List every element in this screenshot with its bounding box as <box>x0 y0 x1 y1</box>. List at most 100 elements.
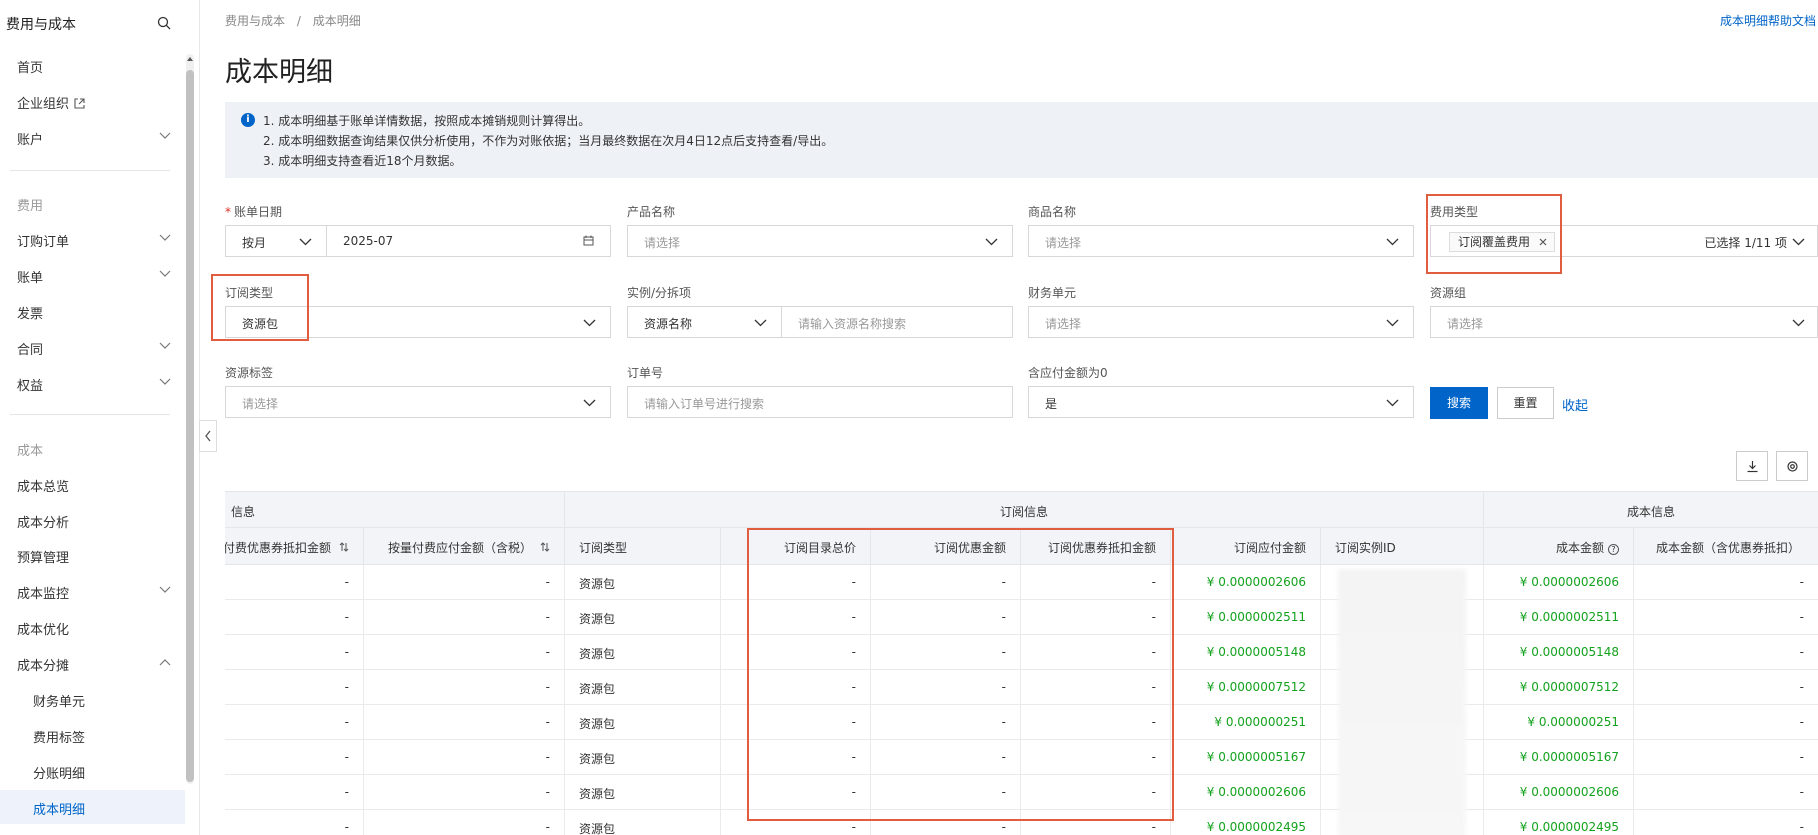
sidebar-item-fee-tag[interactable]: 费用标签 <box>0 718 185 752</box>
cell-value: - <box>1151 820 1156 834</box>
close-icon[interactable] <box>1538 237 1548 247</box>
sidebar-scrollbar-thumb[interactable] <box>186 70 194 782</box>
sort-icon[interactable] <box>540 542 550 552</box>
cell-value: 资源包 <box>579 647 616 661</box>
column-header-instance-id: 订阅实例ID <box>1321 528 1484 564</box>
collapse-filters-link[interactable]: 收起 <box>1562 395 1588 414</box>
sidebar-item-budget[interactable]: 预算管理 <box>0 538 185 572</box>
cell-value: ¥ 0.0000002511 <box>1206 610 1306 624</box>
instance-search-input[interactable]: 请输入资源名称搜索 <box>782 307 1012 337</box>
cell-value: - <box>1799 820 1804 834</box>
column-header-subscription-type: 订阅类型 <box>565 528 721 564</box>
fee-type-select[interactable]: 订阅覆盖费用 已选择 1/11 项 <box>1430 225 1818 257</box>
table-cell-c10: - <box>1634 810 1818 835</box>
table-cell-c3: 资源包 <box>565 635 721 669</box>
breadcrumb-parent[interactable]: 费用与成本 <box>225 14 285 28</box>
sort-icon[interactable] <box>339 542 349 552</box>
sidebar-collapse-button[interactable] <box>199 420 217 452</box>
zero-amount-select[interactable]: 是 <box>1028 386 1414 418</box>
table-cell-c10: - <box>1634 565 1818 599</box>
sidebar-item-org[interactable]: 企业组织 <box>0 84 185 118</box>
table-cell-c9: ¥ 0.0000005167 <box>1484 740 1634 774</box>
help-icon[interactable]: ? <box>1608 544 1619 555</box>
cell-value: ¥ 0.0000002606 <box>1206 575 1306 589</box>
sidebar-item-invoice[interactable]: 发票 <box>0 294 185 328</box>
table-cell-c2: - <box>364 705 565 739</box>
table-cell-c2: - <box>364 810 565 835</box>
table-cell-c10: - <box>1634 740 1818 774</box>
sidebar-item-cost-analysis[interactable]: 成本分析 <box>0 503 185 537</box>
sidebar-item-cost-overview[interactable]: 成本总览 <box>0 467 185 501</box>
resource-tag-select[interactable]: 请选择 <box>225 386 611 418</box>
sidebar-item-cost-detail[interactable]: 成本明细 <box>0 790 185 824</box>
column-header-cost-amount: 成本金额? <box>1484 528 1634 564</box>
table-cell-c3: 资源包 <box>565 775 721 809</box>
sidebar-item-finance-unit[interactable]: 财务单元 <box>0 682 185 716</box>
subscription-type-select[interactable]: 资源包 <box>225 306 611 338</box>
sidebar-item-cost-monitor[interactable]: 成本监控 <box>0 574 185 608</box>
table-settings-button[interactable] <box>1776 451 1808 481</box>
table-cell-c1: - <box>225 565 364 599</box>
sidebar-item-orders[interactable]: 订购订单 <box>0 222 185 256</box>
column-header-coupon[interactable]: 付费优惠券抵扣金额 <box>225 528 364 564</box>
resource-group-label: 资源组 <box>1430 286 1467 300</box>
cell-value: 资源包 <box>579 822 616 835</box>
resource-tag-label: 资源标签 <box>225 366 274 380</box>
table-cell-c5: - <box>871 810 1021 835</box>
product-name-select[interactable]: 请选择 <box>627 225 1013 257</box>
search-icon[interactable] <box>157 16 171 30</box>
bill-date-field: 按月 2025-07 <box>225 225 611 257</box>
scroll-up-icon[interactable] <box>186 55 194 63</box>
reset-button[interactable]: 重置 <box>1497 387 1554 419</box>
finance-unit-select[interactable]: 请选择 <box>1028 306 1414 338</box>
cell-value: - <box>344 820 349 834</box>
sidebar-item-account[interactable]: 账户 <box>0 120 185 154</box>
table-cell-c5: - <box>871 565 1021 599</box>
instance-field: 资源名称 请输入资源名称搜索 <box>627 306 1013 338</box>
cell-value: - <box>1001 820 1006 834</box>
sidebar-item-bill[interactable]: 账单 <box>0 258 185 292</box>
table-cell-c6: - <box>1021 740 1171 774</box>
sidebar: 费用与成本 首页 企业组织 账户 费用 订购订单 账单 发票 合同 权益 成本 … <box>0 0 200 835</box>
column-header-cost-with-coupon: 成本金额（含优惠券抵扣） <box>1656 541 1801 555</box>
chevron-up-icon <box>159 659 171 666</box>
table-cell-c4: - <box>721 740 871 774</box>
column-header-subscription-payable: 订阅应付金额 <box>1171 528 1321 564</box>
chevron-down-icon <box>159 234 171 241</box>
column-header-payg-payable[interactable]: 按量付费应付金额（含税） <box>364 528 565 564</box>
month-picker[interactable]: 2025-07 <box>327 226 610 256</box>
cell-value: - <box>545 575 550 589</box>
download-button[interactable] <box>1736 451 1768 481</box>
cell-value: ¥ 0.0000002495 <box>1519 820 1619 834</box>
sidebar-item-contract[interactable]: 合同 <box>0 330 185 364</box>
instance-field-select[interactable]: 资源名称 <box>628 307 781 337</box>
sidebar-item-cost-allocation[interactable]: 成本分摊 <box>0 646 185 680</box>
sidebar-item-cost-optimize[interactable]: 成本优化 <box>0 610 185 644</box>
sidebar-item-benefits[interactable]: 权益 <box>0 366 185 400</box>
table-cell-c4: - <box>721 810 871 835</box>
sidebar-item-label: 企业组织 <box>17 97 70 112</box>
collapse-arrow-icon <box>205 430 211 442</box>
sidebar-item-home[interactable]: 首页 <box>0 48 185 82</box>
cell-value: - <box>545 645 550 659</box>
table-row: - - 资源包 - - - ¥ 0.000000251 ¥ 0.000000251 - <box>225 705 1818 740</box>
cell-value: - <box>1001 715 1006 729</box>
cell-value: 资源包 <box>579 787 616 801</box>
table-cell-c9: ¥ 0.000000251 <box>1484 705 1634 739</box>
cell-value: - <box>1001 575 1006 589</box>
granularity-select[interactable]: 按月 <box>226 226 326 256</box>
table-cell-c1: - <box>225 740 364 774</box>
table-cell-c10: - <box>1634 670 1818 704</box>
chevron-down-icon <box>159 270 171 277</box>
order-no-input[interactable]: 请输入订单号进行搜索 <box>627 386 1013 418</box>
resource-group-select[interactable]: 请选择 <box>1430 306 1818 338</box>
commodity-name-select[interactable]: 请选择 <box>1028 225 1414 257</box>
cell-value: - <box>851 820 856 834</box>
sidebar-item-split-detail[interactable]: 分账明细 <box>0 754 185 788</box>
search-button[interactable]: 搜索 <box>1430 387 1488 419</box>
cell-value: - <box>1151 645 1156 659</box>
breadcrumb-separator: / <box>296 14 301 28</box>
table-cell-c7: ¥ 0.0000002606 <box>1171 565 1321 599</box>
help-doc-link[interactable]: 成本明细帮助文档 <box>1720 12 1816 29</box>
cell-value: - <box>1799 750 1804 764</box>
